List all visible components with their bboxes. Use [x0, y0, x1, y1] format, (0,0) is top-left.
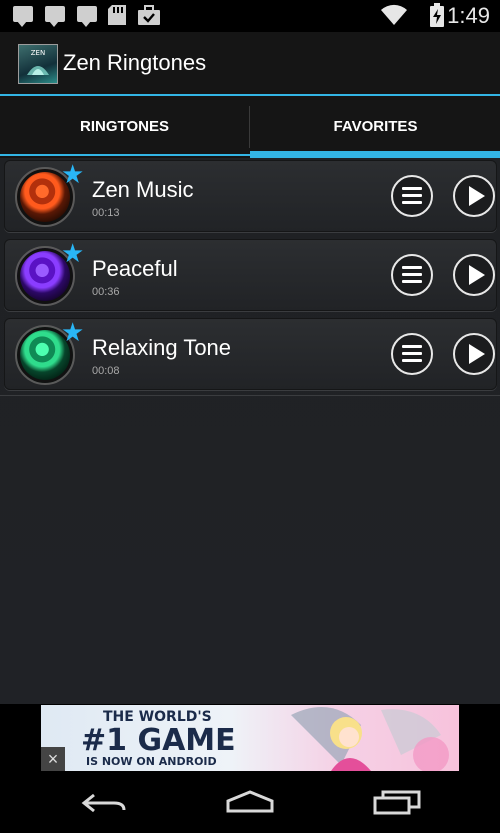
favorite-star-icon[interactable]: ★	[61, 162, 84, 188]
favorite-star-icon[interactable]: ★	[61, 320, 84, 346]
ringtone-title: Zen Music	[92, 177, 194, 202]
list-item[interactable]: ★ Relaxing Tone 00:08	[4, 318, 497, 390]
ringtone-title: Relaxing Tone	[92, 335, 232, 360]
menu-icon	[402, 345, 422, 348]
sd-card-icon	[108, 5, 126, 25]
ringtone-duration: 00:36	[92, 286, 120, 298]
ad-character-image	[291, 707, 449, 771]
chat-bubble-icon	[13, 6, 33, 27]
play-button[interactable]	[453, 254, 495, 296]
recent-apps-icon[interactable]	[373, 789, 421, 815]
ringtone-duration: 00:08	[92, 365, 120, 377]
home-icon[interactable]	[225, 789, 275, 815]
tab-favorites[interactable]: FAVORITES	[251, 96, 500, 158]
list-item[interactable]: ★ Peaceful 00:36	[4, 239, 497, 311]
play-button[interactable]	[453, 333, 495, 375]
navigation-bar	[0, 771, 500, 833]
list-divider	[0, 395, 500, 396]
menu-icon	[402, 266, 422, 269]
status-clock: 1:49	[447, 3, 490, 28]
menu-icon	[402, 187, 422, 190]
app-icon[interactable]: ZEN	[18, 44, 58, 84]
lotus-icon	[27, 66, 49, 75]
list-item[interactable]: ★ Zen Music 00:13	[4, 160, 497, 232]
ad-close-button[interactable]: ×	[41, 747, 65, 771]
menu-button[interactable]	[391, 254, 433, 296]
menu-button[interactable]	[391, 175, 433, 217]
ad-title: #1 GAME	[81, 723, 236, 758]
tab-selected-indicator	[250, 151, 500, 158]
briefcase-check-icon	[138, 5, 160, 25]
play-button[interactable]	[453, 175, 495, 217]
tab-divider	[249, 106, 250, 148]
ad-banner[interactable]: THE WORLD'S #1 GAME IS NOW ON ANDROID ×	[41, 705, 459, 771]
app-title: Zen Ringtones	[63, 50, 207, 75]
chat-bubble-icon	[77, 6, 97, 27]
play-icon	[469, 265, 485, 285]
back-icon[interactable]	[80, 791, 128, 815]
wifi-icon	[381, 4, 407, 25]
status-bar: 1:49	[0, 0, 500, 32]
ringtone-duration: 00:13	[92, 207, 120, 219]
tab-underline	[0, 154, 250, 156]
tab-ringtones[interactable]: RINGTONES	[0, 96, 249, 158]
battery-charging-icon	[430, 3, 444, 27]
play-icon	[469, 186, 485, 206]
chat-bubble-icon	[45, 6, 65, 27]
play-icon	[469, 344, 485, 364]
favorite-star-icon[interactable]: ★	[61, 241, 84, 267]
ringtone-title: Peaceful	[92, 256, 178, 281]
menu-button[interactable]	[391, 333, 433, 375]
favorites-list: ★ Zen Music 00:13 ★ Peaceful 00:36 ★ Rel…	[0, 158, 500, 704]
tab-bar: RINGTONES FAVORITES	[0, 96, 500, 158]
ad-subtitle: IS NOW ON ANDROID	[86, 755, 217, 768]
action-bar: ZEN Zen Ringtones	[0, 32, 500, 96]
